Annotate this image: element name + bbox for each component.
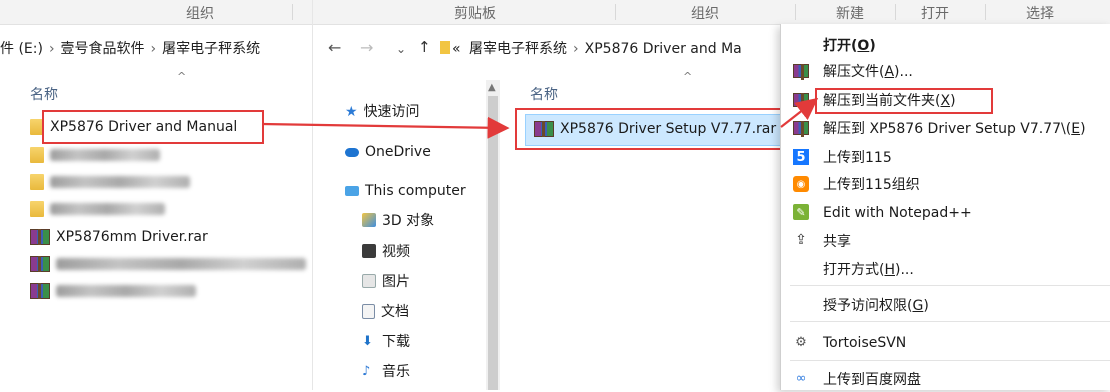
arrow-to-middle-file	[261, 116, 510, 139]
annotation-arrows	[261, 97, 819, 139]
arrow-to-extract-here	[780, 97, 819, 128]
